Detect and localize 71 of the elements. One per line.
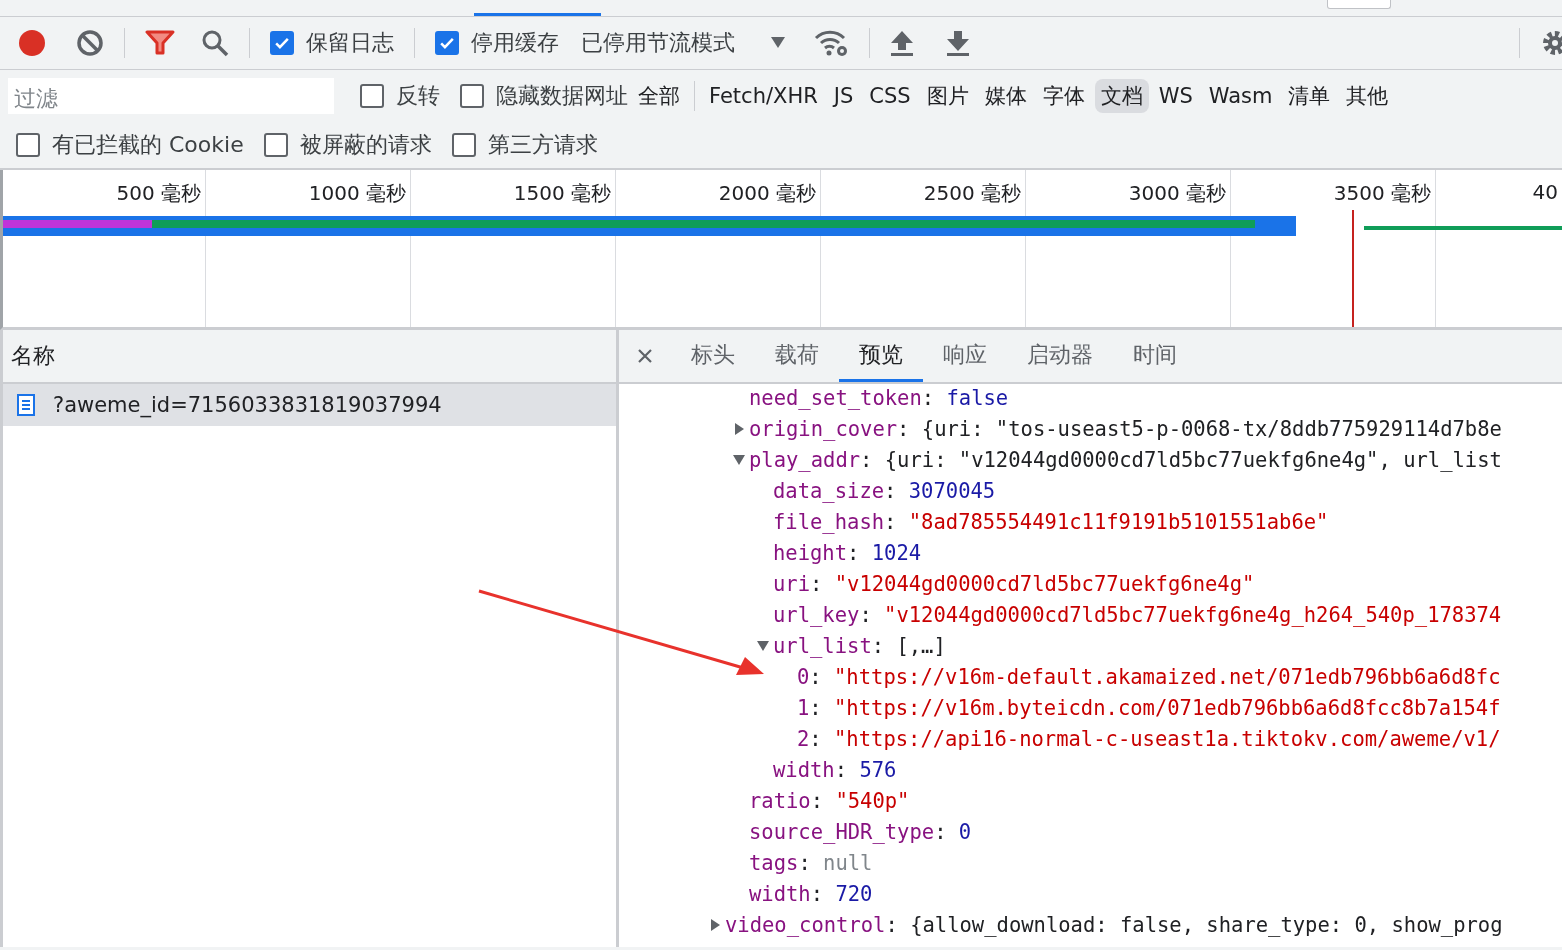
checkbox-label[interactable]: 第三方请求 xyxy=(487,130,598,160)
checkbox[interactable] xyxy=(263,133,288,157)
json-property[interactable]: width: 720 xyxy=(749,881,873,906)
download-icon[interactable] xyxy=(946,30,970,56)
throttling-dropdown[interactable]: 已停用节流模式 xyxy=(581,28,785,58)
json-property[interactable]: 0: "https://v16m-default.akamaized.net/071edb796bb6a6d8fc xyxy=(797,664,1501,689)
json-property[interactable]: height: 1024 xyxy=(773,540,922,565)
checkbox-label[interactable]: 隐藏数据网址 xyxy=(496,81,628,111)
detail-tab[interactable]: 标头 xyxy=(671,330,755,382)
search-icon[interactable] xyxy=(201,29,229,57)
detail-tab[interactable]: 响应 xyxy=(923,330,1007,382)
json-property[interactable]: 1: "https://v16m.byteicdn.com/071edb796bb6a6d8fcc8b7a154f xyxy=(797,695,1501,720)
type-filter-button[interactable]: 字体 xyxy=(1036,79,1091,113)
type-filter-button[interactable]: CSS xyxy=(863,81,917,111)
type-filter-button[interactable]: 其他 xyxy=(1340,79,1395,113)
json-property[interactable]: source_HDR_type: 0 xyxy=(749,819,972,844)
json-property[interactable]: data_size: 3070045 xyxy=(773,478,996,503)
timeline-tick-label: 40 xyxy=(1532,180,1559,204)
checkbox[interactable] xyxy=(460,84,484,108)
timeline-tick-label: 2000 毫秒 xyxy=(718,181,817,205)
detail-tab[interactable]: 启动器 xyxy=(1007,330,1113,382)
timeline-tick-label: 3500 毫秒 xyxy=(1333,181,1432,205)
document-icon[interactable] xyxy=(17,394,35,416)
timeline-tick-label: 1000 毫秒 xyxy=(308,181,407,205)
filter-field[interactable]: 过滤 xyxy=(8,78,334,114)
checkbox[interactable] xyxy=(360,84,384,108)
json-property[interactable]: ratio: "540p" xyxy=(749,788,910,813)
close-icon[interactable] xyxy=(637,348,653,364)
json-property[interactable]: video_control: {allow_download: false, share_type: 0, show_prog xyxy=(725,912,1503,937)
record-icon[interactable] xyxy=(17,28,47,58)
column-header[interactable]: 名称 xyxy=(11,341,55,371)
timeline-tick-label: 3000 毫秒 xyxy=(1128,181,1227,205)
json-property[interactable]: uri: "v12044gd0000cd7ld5bc77uekfg6ne4g" xyxy=(773,571,1255,596)
type-filter-button[interactable]: JS xyxy=(827,81,860,111)
network-conditions-icon[interactable] xyxy=(813,28,849,58)
timeline-tick-label: 1500 毫秒 xyxy=(513,181,612,205)
type-filter-button[interactable]: 文档 xyxy=(1094,79,1149,113)
json-property[interactable]: origin_cover: {uri: "tos-useast5-p-0068-tx/8ddb775929114d7b8e xyxy=(749,416,1502,441)
caret-icon[interactable] xyxy=(771,37,785,49)
checkbox-label[interactable]: 有已拦截的 Cookie xyxy=(52,130,244,160)
json-property[interactable]: 2: "https://api16-normal-c-useast1a.tiktokv.com/aweme/v1/ xyxy=(797,726,1501,751)
checkbox-label[interactable]: 被屏蔽的请求 xyxy=(299,130,432,160)
type-filter-button[interactable]: 清单 xyxy=(1282,79,1337,113)
checkbox-label[interactable]: 反转 xyxy=(396,81,440,111)
filter-icon[interactable] xyxy=(145,30,175,56)
checkbox[interactable] xyxy=(451,133,476,157)
clear-icon[interactable] xyxy=(76,29,104,57)
timeline-tick-label: 2500 毫秒 xyxy=(923,181,1022,205)
checkbox-label[interactable]: 停用缓存 xyxy=(471,28,559,58)
type-filter-button[interactable]: WS xyxy=(1152,81,1199,111)
json-property[interactable]: url_list: [,…] xyxy=(773,633,946,658)
type-filter-button[interactable]: 全部 xyxy=(632,79,686,113)
request-row[interactable]: ?aweme_id=7156033831819037994 xyxy=(3,384,616,426)
detail-tab[interactable]: 载荷 xyxy=(755,330,839,382)
json-property[interactable]: tags: null xyxy=(749,850,873,875)
detail-tab[interactable]: 预览 xyxy=(839,330,923,382)
checkbox-label[interactable]: 保留日志 xyxy=(306,28,394,58)
json-property[interactable]: url_key: "v12044gd0000cd7ld5bc77uekfg6ne4g_h264_540p_178374 xyxy=(773,602,1502,627)
json-property[interactable]: file_hash: "8ad785554491c11f9191b5101551ab6e" xyxy=(773,509,1329,534)
json-property[interactable]: width: 576 xyxy=(773,757,897,782)
type-filter-button[interactable]: 图片 xyxy=(920,79,975,113)
detail-tab[interactable]: 时间 xyxy=(1113,330,1197,382)
json-property[interactable]: play_addr: {uri: "v12044gd0000cd7ld5bc77uekfg6ne4g", url_list xyxy=(749,447,1502,472)
type-filter-button[interactable]: 媒体 xyxy=(978,79,1033,113)
settings-icon[interactable] xyxy=(1540,28,1562,58)
type-filter-button[interactable]: Fetch/XHR xyxy=(703,81,824,111)
timeline-tick-label: 500 毫秒 xyxy=(116,181,202,205)
upload-icon[interactable] xyxy=(890,30,914,56)
checkbox[interactable] xyxy=(16,133,40,157)
json-property[interactable]: need_set_token: false xyxy=(749,385,1009,410)
type-filter-button[interactable]: Wasm xyxy=(1202,81,1279,111)
